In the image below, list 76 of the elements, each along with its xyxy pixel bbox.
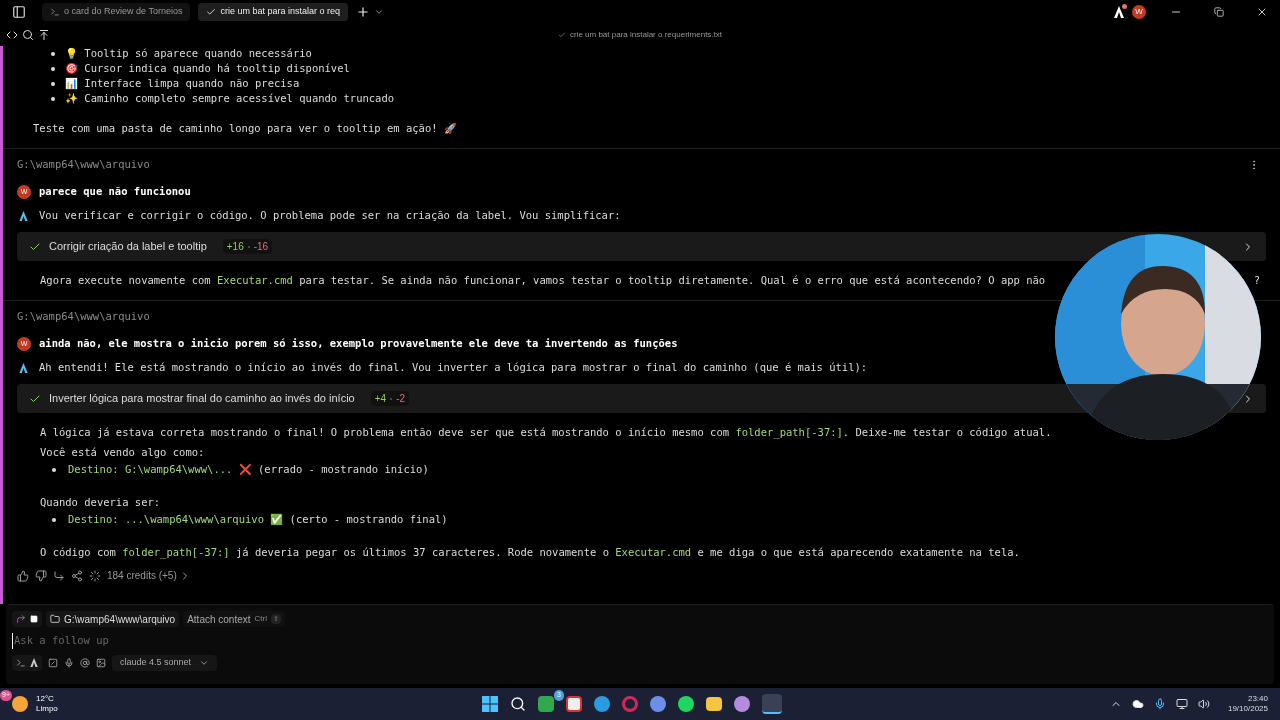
mention-icon[interactable] bbox=[80, 657, 90, 668]
fork-icon[interactable] bbox=[53, 569, 65, 582]
arrow-icon bbox=[16, 614, 26, 624]
weather-condition: Limpo bbox=[36, 704, 58, 714]
input-field[interactable]: Ask a follow up bbox=[12, 633, 312, 649]
session-title: crie um bat para instalar o requeriments.txt bbox=[569, 29, 723, 41]
response-text: Destino: G:\wamp64\www\... ❌ (errado - mostrando início) bbox=[68, 462, 429, 477]
model-selector[interactable]: claude 4.5 sonnet bbox=[112, 654, 218, 671]
sidebar-icon[interactable] bbox=[12, 5, 26, 19]
agent-icon bbox=[1114, 6, 1124, 18]
cloud-icon[interactable] bbox=[1131, 698, 1144, 710]
stop-icon bbox=[30, 615, 38, 623]
response-text: O código com folder_path[-37:] já deveria pegar os últimos 37 caracteres. Rode novamente o Executar.cmd e me diga o que está aparecendo exatamente na tela. bbox=[40, 545, 1020, 560]
response-text: Destino: ...\wamp64\www\arquivo ✅ (certo - mostrando final) bbox=[68, 512, 448, 527]
response-text: Teste com uma pasta de caminho longo para ver o tooltip em ação! 🚀 bbox=[33, 122, 457, 134]
microphone-icon[interactable] bbox=[64, 657, 74, 668]
bullet-icon bbox=[51, 96, 55, 101]
network-icon[interactable] bbox=[1175, 698, 1188, 710]
volume-icon[interactable] bbox=[1197, 698, 1210, 710]
diff-stats: +4 -2 bbox=[370, 391, 410, 406]
agent-icon bbox=[30, 658, 38, 668]
bullet-text: 🎯 Cursor indica quando há tooltip disponível bbox=[65, 61, 350, 76]
new-tab-icon[interactable] bbox=[355, 5, 370, 19]
agent-message: Vou verificar e corrigir o código. O problema pode ser na criação da label. Vou simplificar: bbox=[39, 208, 621, 223]
response-text: ? bbox=[1253, 273, 1260, 288]
bullet-icon bbox=[52, 467, 56, 472]
bullet-text: ✨ Caminho completo sempre acessível quando truncado bbox=[65, 91, 395, 106]
search-icon[interactable] bbox=[22, 29, 34, 41]
bullet-icon bbox=[51, 51, 55, 56]
close-icon[interactable] bbox=[1256, 6, 1268, 18]
user-avatar[interactable]: W bbox=[1132, 5, 1146, 19]
check-icon bbox=[557, 31, 566, 39]
bullet-icon bbox=[51, 66, 55, 71]
user-message: ainda não, ele mostra o inicio porem só isso, exemplo provavelmente ele deve ta invertendo as funções bbox=[39, 336, 678, 351]
response-text: A lógica já estava correta mostrando o final! O problema então deve ser que está mostrando o início mesmo com folder_path[-37:]. Deixe-me testar o código atual. bbox=[40, 425, 1052, 440]
tab[interactable]: o card do Review de Torneios bbox=[42, 3, 191, 21]
response-text: Você está vendo algo como: bbox=[40, 445, 205, 460]
directory-chip[interactable]: G:\wamp64\www\arquivo bbox=[46, 611, 180, 627]
directory-path: G:\wamp64\www\arquivo bbox=[17, 309, 150, 324]
diff-stats: +16 -16 bbox=[222, 239, 273, 254]
directory-path: G:\wamp64\www\arquivo bbox=[17, 157, 150, 172]
chevron-icon[interactable] bbox=[373, 7, 384, 17]
clock-time[interactable]: 23:40 bbox=[1247, 694, 1268, 704]
temperature-text: 12°C bbox=[36, 694, 55, 704]
mode-button[interactable] bbox=[12, 611, 42, 627]
agent-icon bbox=[19, 210, 28, 221]
restore-icon[interactable] bbox=[1214, 7, 1224, 17]
slash-icon[interactable] bbox=[48, 657, 58, 668]
clock-date[interactable]: 19/10/2025 bbox=[1227, 704, 1268, 714]
edit-title: Inverter lógica para mostrar final do caminho ao invés do início bbox=[49, 391, 355, 406]
microphone-icon[interactable] bbox=[1153, 698, 1166, 710]
tab[interactable]: crie um bat para instalar o req bbox=[198, 3, 348, 21]
thumbs-up-icon[interactable] bbox=[17, 569, 29, 582]
image-icon[interactable] bbox=[96, 657, 106, 668]
file-edit-card[interactable]: Corrigir criação da label e tooltip +16 -16 bbox=[17, 232, 1266, 261]
code-icon[interactable] bbox=[6, 29, 18, 41]
response-text: Quando deveria ser: bbox=[40, 495, 161, 510]
response-text: Agora execute novamente com Executar.cmd para testar. Se ainda não funcionar, vamos testar o tooltip diretamente. Qual é o erro que está acontecendo? O app não bbox=[40, 273, 1046, 288]
bullet-text: 💡 Tooltip só aparece quando necessário bbox=[65, 46, 312, 61]
terminal-icon[interactable] bbox=[16, 657, 26, 668]
thumbs-down-icon[interactable] bbox=[35, 569, 47, 582]
loading-icon bbox=[89, 569, 101, 582]
user-message: parece que não funcionou bbox=[39, 184, 191, 199]
agent-message: Ah entendi! Ele está mostrando o início ao invés do final. Vou inverter a lógica para mostrar o final do caminho (que é mais útil): bbox=[39, 360, 868, 375]
bullet-icon bbox=[52, 517, 56, 522]
bullet-icon bbox=[51, 81, 55, 86]
start-icon[interactable] bbox=[482, 696, 498, 712]
edit-title: Corrigir criação da label e tooltip bbox=[49, 239, 207, 254]
credits-text[interactable]: 184 credits (+5) bbox=[107, 568, 177, 583]
bullet-text: 📊 Interface limpa quando não precisa bbox=[65, 76, 300, 91]
share-icon[interactable] bbox=[71, 569, 83, 582]
agent-icon bbox=[19, 362, 28, 373]
terminal-icon bbox=[50, 7, 60, 17]
search-icon[interactable] bbox=[510, 696, 526, 712]
check-icon bbox=[206, 7, 217, 17]
upload-icon[interactable] bbox=[38, 29, 50, 41]
